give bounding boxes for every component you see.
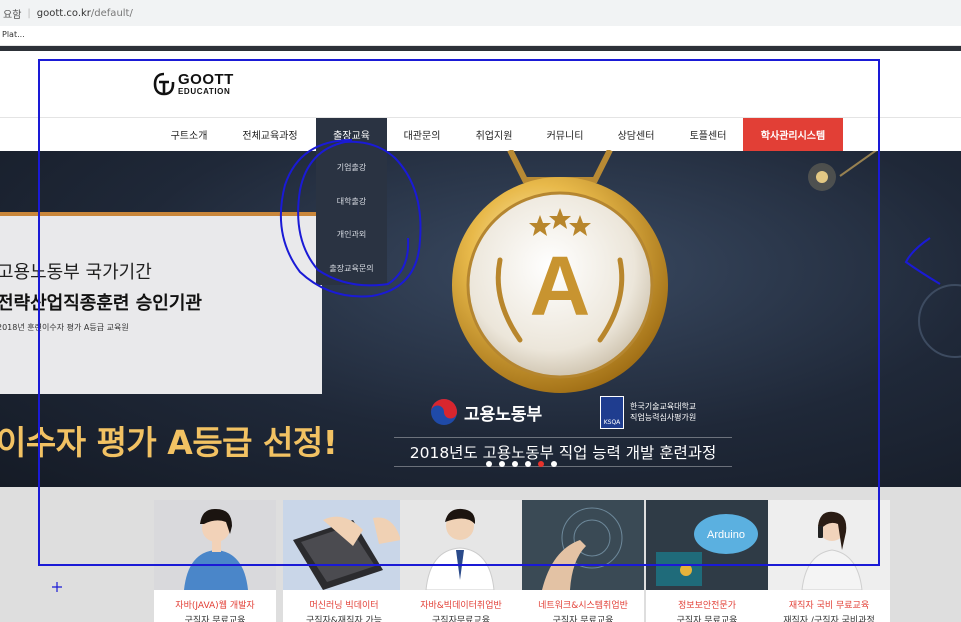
nav-item-rental[interactable]: 대관문의 <box>392 118 452 151</box>
ksqa-emblem-icon: KSQA <box>600 396 624 429</box>
moel-logo: 고용노동부 <box>430 398 542 426</box>
page: 요함 | goott.co.kr/default/ Plat... GOOTT … <box>0 0 961 622</box>
hero-line-3: 2018년 훈련이수자 평가 A등급 교육원 <box>0 323 129 332</box>
ksqa-logo: KSQA 한국기술교육대학교 직업능력심사평가원 <box>600 396 696 429</box>
site-logo[interactable]: GOOTT EDUCATION <box>153 72 234 96</box>
gold-medal-icon: A <box>452 150 668 393</box>
slide-dot[interactable] <box>499 461 505 467</box>
moel-label: 고용노동부 <box>464 404 543 425</box>
arduino-board-icon: Arduino <box>656 514 758 586</box>
url-text[interactable]: goott.co.kr/default/ <box>37 8 133 19</box>
course-card-security[interactable]: Arduino 정보보안전문가 구직자 무료교육 <box>646 500 768 622</box>
dropdown-item-inquiry[interactable]: 출장교육문의 <box>316 252 387 286</box>
bookmark-item[interactable]: Plat... <box>2 30 25 39</box>
dropdown-item-university[interactable]: 대학출강 <box>316 185 387 219</box>
course-title: 자바(JAVA)웹 개발자 <box>175 601 255 611</box>
network-hand-icon <box>542 507 623 590</box>
course-card-network[interactable]: 네트워크&시스템취업반 구직자 무료교육 <box>522 500 644 622</box>
laptop-hands-icon <box>293 516 401 590</box>
nav-item-counsel[interactable]: 상담센터 <box>605 118 667 151</box>
course-title: 네트워크&시스템취업반 <box>538 601 628 611</box>
address-separator: | <box>27 7 31 19</box>
slide-dot[interactable] <box>538 461 544 467</box>
arduino-label: Arduino <box>707 529 745 541</box>
course-sub: 구직자 무료교육 <box>552 616 614 622</box>
hero-headline: 이수자 평가 A등급 선정! <box>0 423 338 462</box>
dropdown-item-tutoring[interactable]: 개인과외 <box>316 218 387 252</box>
taegeuk-icon <box>431 399 457 425</box>
course-title: 머신러닝 빅데이터 <box>309 601 379 611</box>
course-card-employee[interactable]: 재직자 국비 무료교육 재직자 /구직자 국비과정 <box>768 500 890 622</box>
hero-line-1: 고용노동부 국가기간 <box>0 262 152 283</box>
slide-dot[interactable] <box>512 461 518 467</box>
course-title: 정보보안전문가 <box>678 601 736 611</box>
course-sub: 재직자 /구직자 국비과정 <box>783 616 875 622</box>
url-path: /default/ <box>90 7 133 19</box>
course-card-java[interactable]: 자바(JAVA)웹 개발자 구직자 무료교육 <box>154 500 276 622</box>
ksqa-line-2: 직업능력심사평가원 <box>630 412 697 422</box>
nav-item-all-courses[interactable]: 전체교육과정 <box>228 118 312 151</box>
address-bar[interactable]: 요함 | goott.co.kr/default/ <box>0 0 961 26</box>
academic-system-button[interactable]: 학사관리시스템 <box>743 118 843 151</box>
course-sub: 구직자&재직자 가능 <box>305 616 383 622</box>
slide-indicators <box>486 461 564 467</box>
dropdown-item-corporate[interactable]: 기업출강 <box>316 151 387 185</box>
nav-item-community[interactable]: 커뮤니티 <box>535 118 595 151</box>
phone-woman-icon <box>801 511 863 590</box>
course-title: 자바&빅데이터취업반 <box>420 601 502 611</box>
course-title: 재직자 국비 무료교육 <box>788 601 870 611</box>
nav-item-job-support[interactable]: 취업지원 <box>463 118 525 151</box>
course-card-java-bigdata[interactable]: 자바&빅데이터취업반 구직자무료교육 <box>400 500 522 622</box>
course-sub: 구직자 무료교육 <box>676 616 738 622</box>
slide-dot[interactable] <box>525 461 531 467</box>
ksqa-line-1: 한국기술교육대학교 <box>630 401 697 411</box>
person-woman-icon <box>184 508 248 590</box>
logo-title: GOOTT <box>178 71 234 88</box>
course-card-ml[interactable]: 머신러닝 빅데이터 구직자&재직자 가능 <box>283 500 405 622</box>
person-man-icon <box>425 508 495 590</box>
bookmarks-bar: Plat... <box>0 26 961 46</box>
course-sub: 구직자 무료교육 <box>184 616 246 622</box>
security-label[interactable]: 요함 <box>3 6 21 21</box>
medal-letter: A <box>530 239 591 333</box>
nav-item-about[interactable]: 구트소개 <box>160 118 218 151</box>
url-host: goott.co.kr <box>36 7 91 19</box>
nav-item-onsite-training[interactable]: 출장교육 <box>316 118 387 151</box>
top-dark-line <box>0 46 961 51</box>
logo-subtitle: EDUCATION <box>178 87 231 96</box>
slide-dot[interactable] <box>551 461 557 467</box>
nav-item-toefl[interactable]: 토플센터 <box>677 118 739 151</box>
ksqa-abbr: KSQA <box>603 419 621 426</box>
hero-line-2: 전략산업직종훈련 승인기관 <box>0 293 202 314</box>
course-sub: 구직자무료교육 <box>432 616 490 622</box>
slide-dot[interactable] <box>486 461 492 467</box>
logo-mark-icon <box>153 72 175 96</box>
onsite-training-dropdown: 기업출강 대학출강 개인과외 출장교육문의 <box>316 151 387 285</box>
